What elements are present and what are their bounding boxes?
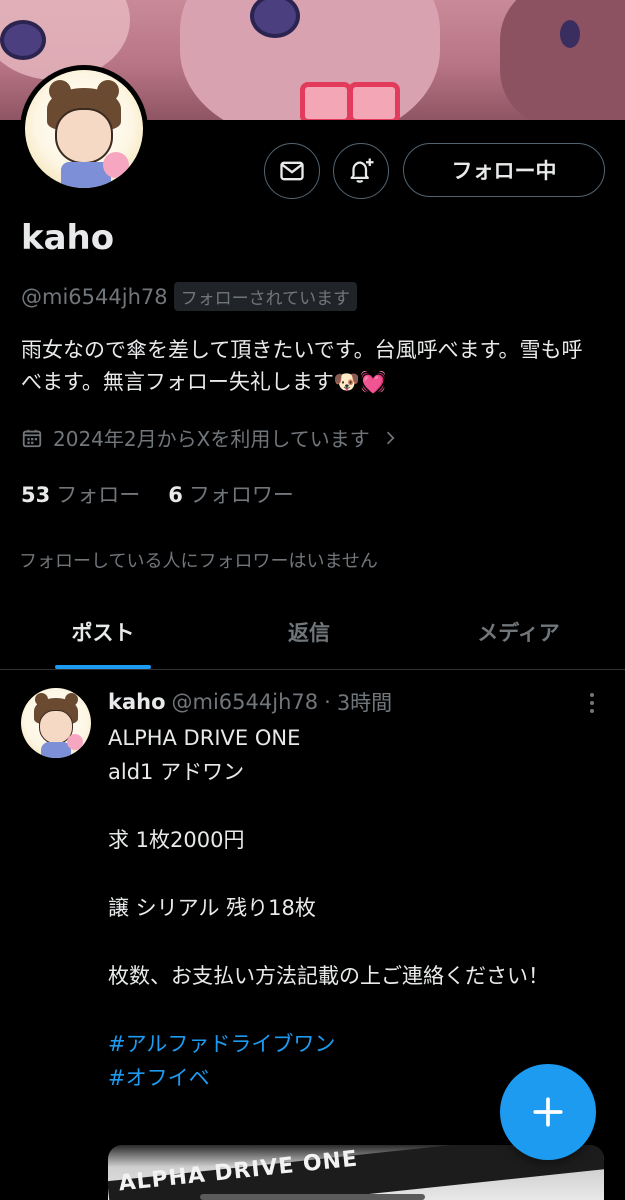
active-tab-indicator	[55, 665, 151, 669]
post-author-handle[interactable]: @mi6544jh78	[172, 690, 319, 714]
post-line	[108, 925, 598, 959]
plus-icon	[533, 1097, 563, 1127]
following-stat[interactable]: 53 フォロー	[21, 479, 140, 509]
post-time[interactable]: 3時間	[337, 687, 392, 717]
post-line: 求 1枚2000円	[108, 828, 245, 852]
banner-decoration	[500, 0, 625, 120]
followers-stat[interactable]: 6 フォロワー	[168, 479, 294, 509]
banner-decoration	[300, 78, 400, 120]
message-button[interactable]	[264, 143, 320, 199]
chevron-right-icon	[386, 431, 395, 444]
bell-plus-icon	[350, 158, 374, 183]
profile-name: kaho	[21, 218, 115, 258]
handle-row: @mi6544jh78 フォローされています	[21, 282, 358, 311]
banner-decoration	[560, 20, 580, 48]
post-avatar[interactable]	[21, 688, 91, 758]
banner-decoration	[0, 20, 46, 60]
joined-date-row[interactable]: 2024年2月からXを利用しています	[21, 423, 400, 452]
post-separator: ·	[324, 690, 331, 714]
follows-you-badge: フォローされています	[173, 282, 358, 311]
envelope-icon	[280, 161, 304, 181]
tab-media[interactable]: メディア	[412, 597, 625, 669]
profile-tabs: ポスト 返信 メディア	[0, 597, 625, 670]
more-vertical-icon[interactable]	[580, 691, 604, 715]
following-button[interactable]: フォロー中	[403, 143, 605, 197]
calendar-icon	[22, 429, 42, 447]
profile-handle: @mi6544jh78	[21, 284, 168, 309]
post-header: kaho @mi6544jh78 · 3時間	[108, 687, 392, 717]
post-line	[108, 857, 598, 891]
joined-date: 2024年2月からXを利用しています	[53, 427, 370, 451]
profile-avatar[interactable]	[20, 65, 148, 193]
tab-posts[interactable]: ポスト	[0, 597, 206, 669]
post-line: ALPHA DRIVE ONE	[108, 726, 301, 750]
follow-stats: 53 フォロー 6 フォロワー	[21, 479, 294, 509]
hashtag-link[interactable]: #アルファドライブワン	[108, 1027, 598, 1061]
post-line: 枚数、お支払い方法記載の上ご連絡ください！	[108, 964, 549, 988]
notify-button[interactable]	[333, 143, 389, 199]
post-text: ALPHA DRIVE ONE ald1 アドワン 求 1枚2000円 譲 シリ…	[108, 721, 598, 1095]
post-author-name[interactable]: kaho	[108, 690, 166, 714]
home-indicator[interactable]	[200, 1194, 425, 1200]
post-line	[108, 789, 598, 823]
post-line	[108, 993, 598, 1027]
mutual-followers-text: フォローしている人にフォロワーはいません	[19, 551, 378, 572]
tab-replies[interactable]: 返信	[206, 597, 412, 669]
profile-bio: 雨女なので傘を差して頂きたいです。台風呼べます。雪も呼べます。無言フォロー失礼し…	[21, 338, 583, 394]
post-line: 譲 シリアル 残り18枚	[108, 896, 316, 920]
post-line: ald1 アドワン	[108, 760, 245, 784]
compose-button[interactable]	[500, 1064, 596, 1160]
